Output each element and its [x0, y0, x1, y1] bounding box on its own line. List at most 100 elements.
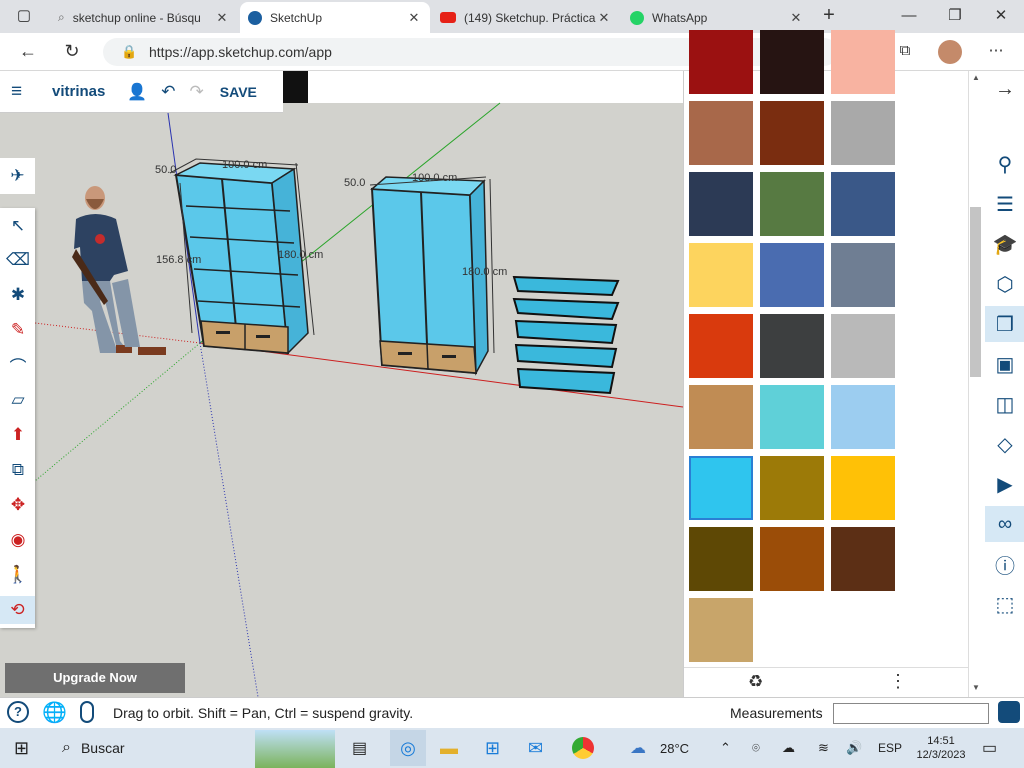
material-swatch[interactable] [689, 101, 753, 165]
material-swatch[interactable] [831, 527, 895, 591]
close-tab-icon[interactable]: ✕ [596, 10, 612, 26]
rectangle-tool-icon[interactable]: ▱ [4, 386, 32, 414]
tab-search[interactable]: ⌕ sketchup online - Búsqu ✕ [50, 2, 238, 33]
close-tab-icon[interactable]: ✕ [788, 10, 804, 26]
refresh-icon[interactable]: ↻ [60, 41, 84, 61]
material-swatch[interactable] [831, 172, 895, 236]
shelves[interactable] [512, 275, 620, 395]
language-indicator[interactable]: ESP [878, 736, 902, 760]
task-view-icon[interactable]: ▤ [352, 736, 367, 760]
material-swatch[interactable] [831, 243, 895, 307]
redo-icon[interactable]: ↷ [190, 82, 204, 102]
walk-tool-icon[interactable]: 🚶 [4, 561, 32, 589]
onedrive-icon[interactable]: ☁ [782, 736, 795, 760]
more-menu-icon[interactable]: ⋯ [984, 41, 1008, 61]
material-swatch[interactable] [760, 243, 824, 307]
paint-bucket-icon[interactable]: ✱ [4, 281, 32, 309]
avatar[interactable] [938, 40, 962, 64]
material-swatch[interactable] [760, 30, 824, 94]
material-swatch[interactable] [689, 30, 753, 94]
weather-temp[interactable]: 28°C [660, 736, 689, 760]
material-swatch[interactable] [760, 101, 824, 165]
chrome-icon[interactable] [572, 737, 594, 759]
entity-info-icon[interactable]: ⚲ [987, 146, 1023, 182]
search-tool-icon[interactable]: ✈ [0, 158, 35, 194]
push-pull-icon[interactable]: ⬆ [4, 421, 32, 449]
material-swatch[interactable] [831, 456, 895, 520]
tray-device-icon[interactable]: ⌾ [752, 736, 760, 760]
material-swatch[interactable] [831, 30, 895, 94]
upgrade-button[interactable]: Upgrade Now [5, 663, 185, 693]
material-swatch[interactable] [689, 456, 753, 520]
solid-inspector-icon[interactable]: ⬚ [987, 586, 1023, 622]
new-tab-icon[interactable]: + [818, 5, 840, 25]
scrollbar-thumb[interactable] [970, 207, 981, 377]
orbit-tool-icon[interactable]: ⟲ [0, 596, 35, 624]
collapse-panel-icon[interactable]: → [987, 71, 1023, 107]
scenes-icon[interactable]: ▶ [987, 466, 1023, 502]
restore-icon[interactable]: ❐ [944, 6, 966, 26]
material-swatch[interactable] [831, 314, 895, 378]
volume-icon[interactable]: 🔊 [846, 736, 862, 760]
info-icon[interactable]: ⓘ [987, 546, 1023, 582]
clock[interactable]: 14:51 12/3/2023 [912, 731, 970, 765]
material-swatch[interactable] [689, 172, 753, 236]
material-swatch[interactable] [831, 385, 895, 449]
material-swatch[interactable] [760, 456, 824, 520]
pencil-tool-icon[interactable]: ✎ [4, 316, 32, 344]
scroll-up-icon[interactable]: ▲ [969, 73, 983, 82]
taskbar-search[interactable]: ⌕ Buscar [62, 736, 125, 760]
mail-icon[interactable]: ✉ [528, 736, 543, 760]
back-icon[interactable]: ← [16, 41, 40, 61]
3d-viewport[interactable]: 50.0 100.0 cm 156.8 cm 180.0 cm 50.0 100… [0, 71, 683, 697]
outliner-icon[interactable]: ☰ [987, 186, 1023, 222]
tab-whatsapp[interactable]: WhatsApp ✕ [622, 2, 812, 33]
arc-tool-icon[interactable]: ⌒ [4, 351, 32, 379]
store-icon[interactable]: ⊞ [485, 736, 500, 760]
save-button[interactable]: SAVE [220, 84, 257, 100]
tags-icon[interactable]: ◇ [987, 426, 1023, 462]
undo-icon[interactable]: ↶ [161, 82, 175, 102]
select-tool-icon[interactable]: ↖ [4, 212, 32, 240]
tape-measure-icon[interactable]: ◉ [4, 526, 32, 554]
close-tab-icon[interactable]: ✕ [406, 10, 422, 26]
materials-icon[interactable]: ❒ [985, 306, 1024, 342]
wifi-icon[interactable]: ≋ [818, 736, 829, 760]
instructor-icon[interactable]: 🎓 [987, 226, 1023, 262]
hamburger-menu-icon[interactable]: ≡ [11, 81, 31, 102]
tab-youtube[interactable]: (149) Sketchup. Práctica ✕ [432, 2, 620, 33]
tray-overflow-icon[interactable]: ⌃ [720, 736, 731, 760]
material-swatch[interactable] [831, 101, 895, 165]
offset-tool-icon[interactable]: ⧉ [4, 456, 32, 484]
file-explorer-icon[interactable]: ▬ [440, 736, 458, 760]
material-swatch[interactable] [760, 385, 824, 449]
material-swatch[interactable] [689, 598, 753, 662]
move-tool-icon[interactable]: ✥ [4, 491, 32, 519]
material-swatch[interactable] [760, 527, 824, 591]
notifications-icon[interactable]: ▭ [982, 736, 997, 760]
tab-actions-icon[interactable]: ▢ [14, 6, 34, 26]
weather-icon[interactable]: ☁ [630, 736, 646, 760]
start-windows-icon[interactable]: ⊞ [14, 736, 29, 760]
styles-icon[interactable]: ▣ [987, 346, 1023, 382]
help-icon[interactable]: ? [7, 701, 29, 723]
scroll-down-icon[interactable]: ▼ [969, 683, 983, 692]
model-scene[interactable]: 50.0 100.0 cm 156.8 cm 180.0 cm 50.0 100… [0, 71, 683, 697]
layers-icon[interactable]: ◫ [987, 386, 1023, 422]
model-title[interactable]: vitrinas [52, 83, 105, 100]
material-swatch[interactable] [689, 314, 753, 378]
recycle-icon[interactable]: ♻ [748, 672, 763, 692]
add-user-icon[interactable]: 👤 [127, 82, 147, 102]
close-tab-icon[interactable]: ✕ [214, 10, 230, 26]
material-swatch[interactable] [689, 527, 753, 591]
close-window-icon[interactable]: ✕ [990, 6, 1012, 26]
minimize-icon[interactable]: — [898, 6, 920, 26]
globe-icon[interactable]: 🌐 [42, 700, 67, 725]
material-swatch[interactable] [689, 385, 753, 449]
display-icon[interactable]: ∞ [985, 506, 1024, 542]
measurements-input[interactable] [833, 703, 989, 724]
components-icon[interactable]: ⬡ [987, 266, 1023, 302]
mouse-icon[interactable] [80, 701, 94, 723]
eraser-tool-icon[interactable]: ⌫ [4, 246, 32, 274]
material-swatch[interactable] [760, 172, 824, 236]
